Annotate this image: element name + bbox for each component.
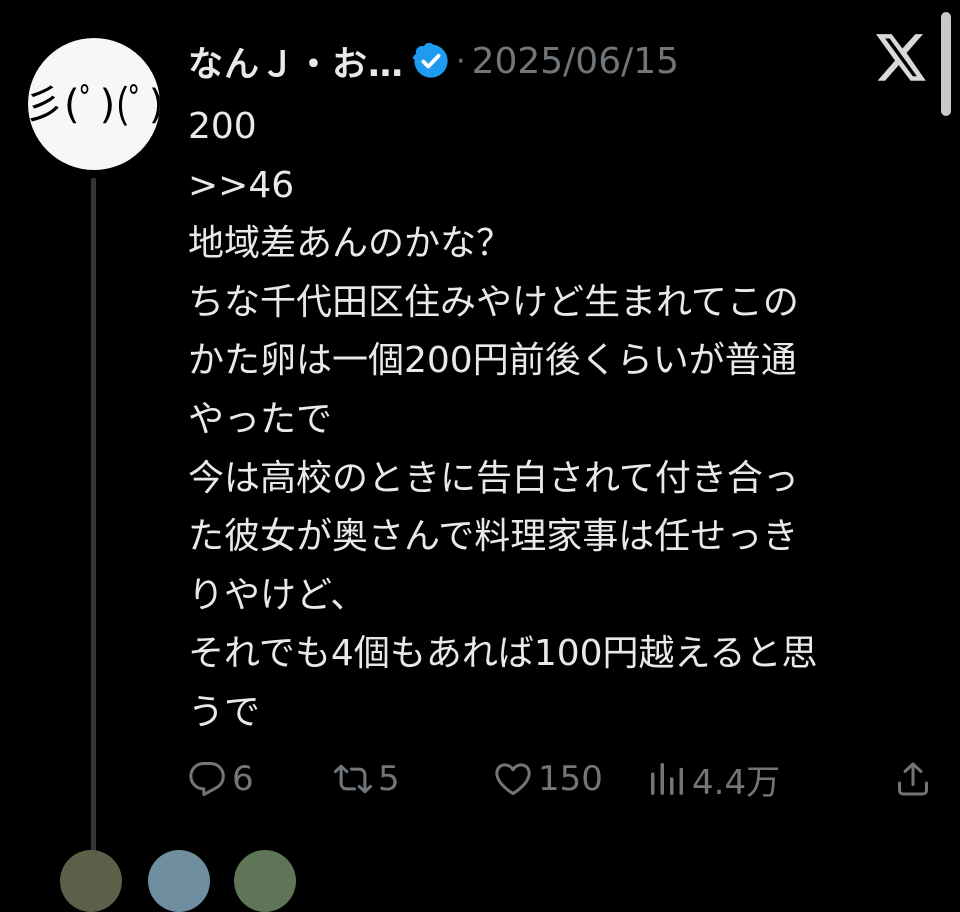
reply-avatar[interactable] <box>148 850 210 912</box>
heart-icon <box>495 763 531 796</box>
tweet-line: 200 <box>188 106 257 147</box>
tweet-line: 今は高校のときに告白されて付き合っ <box>188 457 799 499</box>
verified-badge-icon <box>412 42 448 78</box>
tweet-line: りやけど、 <box>188 574 367 616</box>
repost-count: 5 <box>378 759 400 799</box>
tweet-line: た彼女が奥さんで料理家事は任せっき <box>188 516 799 558</box>
like-button[interactable]: 150 <box>494 752 603 806</box>
x-logo-icon[interactable] <box>876 34 928 82</box>
tweet-line: 地域差あんのかな？ <box>188 223 513 265</box>
tweet-line: >>46 <box>188 164 295 206</box>
tweet-header: なんＪ・お… · 2025/06/15 <box>188 33 679 89</box>
header-separator: · <box>456 43 466 79</box>
tweet-line: やったで <box>188 398 333 440</box>
reply-button[interactable]: 6 <box>188 752 254 806</box>
tweet-line: それでも4個もあれば100円越えると思 <box>188 633 818 675</box>
views-chart-icon <box>651 763 683 795</box>
author-name[interactable]: なんＪ・お… <box>188 36 404 87</box>
next-reply-avatars <box>60 850 320 912</box>
share-icon <box>898 762 928 796</box>
reply-avatar[interactable] <box>60 850 122 912</box>
thread-connector-line <box>91 178 96 868</box>
reply-avatar[interactable] <box>234 850 296 912</box>
repost-button[interactable]: 5 <box>334 752 400 806</box>
repost-icon <box>334 764 372 794</box>
tweet-line: うで <box>188 691 261 733</box>
scrollbar-thumb[interactable] <box>941 12 951 116</box>
tweet-line: かた卵は一個200円前後くらいが普通 <box>188 340 797 382</box>
tweet-actions: 6 5 150 4.4万 <box>188 752 938 806</box>
author-avatar[interactable]: 彡(ﾟ)(ﾟ) <box>28 38 160 170</box>
like-count: 150 <box>538 759 603 799</box>
reply-icon <box>189 761 225 797</box>
views-button[interactable]: 4.4万 <box>648 752 780 806</box>
tweet-line: ちな千代田区住みやけど生まれてこの <box>188 281 799 323</box>
avatar-image: 彡(ﾟ)(ﾟ) <box>28 82 160 128</box>
tweet-date[interactable]: 2025/06/15 <box>472 41 680 82</box>
reply-count: 6 <box>232 759 254 799</box>
tweet-body: 200 >>46 地域差あんのかな？ ちな千代田区住みやけど生まれてこの かた卵… <box>188 98 918 743</box>
avatar-lettering: 彡(ﾟ)(ﾟ) <box>28 82 160 128</box>
share-button[interactable] <box>894 752 932 806</box>
view-count: 4.4万 <box>692 762 781 803</box>
